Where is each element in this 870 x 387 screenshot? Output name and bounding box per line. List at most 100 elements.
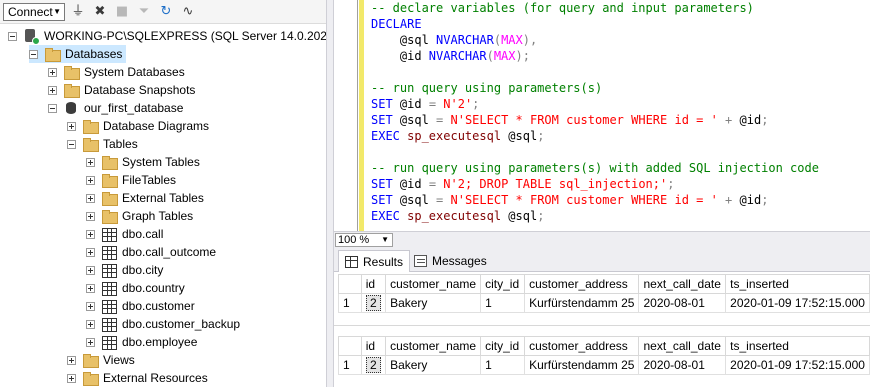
collapse-icon[interactable]: [48, 103, 57, 113]
column-header[interactable]: customer_name: [385, 336, 482, 356]
tree-node[interactable]: dbo.call: [86, 225, 163, 243]
expand-icon[interactable]: [86, 319, 95, 329]
column-header[interactable]: next_call_date: [638, 274, 727, 294]
tree-node[interactable]: Database Diagrams: [67, 117, 209, 135]
pane-splitter[interactable]: [326, 0, 334, 387]
column-header[interactable]: id: [360, 336, 387, 356]
column-header[interactable]: city_id: [480, 274, 526, 294]
code-token: @id: [392, 177, 429, 191]
tree-node[interactable]: dbo.country: [86, 279, 185, 297]
tree-node[interactable]: External Resources: [67, 369, 208, 387]
code-line[interactable]: EXEC sp_executesql @sql;: [371, 208, 544, 224]
activity-monitor-icon[interactable]: ∿: [180, 4, 196, 20]
expand-icon[interactable]: [86, 157, 95, 167]
code-token: ;: [761, 113, 769, 127]
refresh-icon[interactable]: ↻: [158, 4, 174, 20]
expand-icon[interactable]: [48, 67, 57, 77]
expand-icon[interactable]: [67, 121, 76, 131]
zoom-dropdown[interactable]: 100 % ▼: [335, 233, 393, 247]
code-line[interactable]: SET @id = N'2';: [371, 96, 479, 112]
tree-node[interactable]: System Tables: [86, 153, 200, 171]
tree-node[interactable]: dbo.customer: [86, 297, 195, 315]
grid-cell[interactable]: 2020-01-09 17:52:15.000: [725, 293, 870, 313]
connect-label: Connect: [8, 5, 53, 19]
code-line[interactable]: EXEC sp_executesql @sql;: [371, 128, 544, 144]
grid-cell[interactable]: 1: [480, 355, 526, 375]
grid-cell[interactable]: Bakery: [385, 293, 482, 313]
table-row[interactable]: 1 2 Bakery 1 Kurfürstendamm 25 2020-08-0…: [338, 293, 870, 313]
expand-icon[interactable]: [48, 85, 57, 95]
grid-cell[interactable]: 2020-08-01: [638, 355, 727, 375]
column-header[interactable]: customer_address: [524, 274, 640, 294]
expand-icon[interactable]: [86, 193, 95, 203]
filter-icon[interactable]: ⏷: [136, 4, 152, 20]
grid-cell[interactable]: Kurfürstendamm 25: [524, 355, 640, 375]
tree-node[interactable]: Graph Tables: [86, 207, 193, 225]
collapse-icon[interactable]: [67, 139, 76, 149]
column-header[interactable]: customer_address: [524, 336, 640, 356]
tab-messages-label: Messages: [432, 254, 487, 268]
tree-node-label: Databases: [65, 47, 123, 61]
expand-icon[interactable]: [86, 301, 95, 311]
collapse-icon[interactable]: [29, 49, 38, 59]
code-line[interactable]: SET @sql = N'SELECT * FROM customer WHER…: [371, 192, 768, 208]
tab-messages[interactable]: Messages: [408, 250, 493, 272]
results-grid[interactable]: id customer_name city_id customer_addres…: [338, 274, 870, 313]
tree-node[interactable]: FileTables: [86, 171, 176, 189]
table-row[interactable]: 1 2 Bakery 1 Kurfürstendamm 25 2020-08-0…: [338, 355, 870, 375]
column-header[interactable]: id: [360, 274, 387, 294]
column-header[interactable]: next_call_date: [638, 336, 727, 356]
expand-icon[interactable]: [67, 355, 76, 365]
column-header[interactable]: ts_inserted: [725, 274, 870, 294]
folder-icon: [101, 172, 118, 188]
connect-button[interactable]: Connect ▼: [3, 3, 65, 21]
expand-icon[interactable]: [86, 211, 95, 221]
code-line[interactable]: DECLARE: [371, 16, 422, 32]
grid-cell[interactable]: 1: [480, 293, 526, 313]
code-line[interactable]: -- run query using parameters(s) with ad…: [371, 160, 819, 176]
collapse-icon[interactable]: [8, 31, 17, 41]
tree-node[interactable]: WORKING-PC\SQLEXPRESS (SQL Server 14.0.2…: [8, 27, 326, 45]
row-number[interactable]: 1: [338, 355, 362, 375]
connect-plug-icon[interactable]: ⏚: [70, 4, 86, 20]
expand-icon[interactable]: [86, 265, 95, 275]
tree-node[interactable]: dbo.customer_backup: [86, 315, 240, 333]
tree-node[interactable]: dbo.city: [86, 261, 163, 279]
expand-icon[interactable]: [86, 229, 95, 239]
grid-cell[interactable]: 2: [360, 293, 387, 313]
tree-node[interactable]: dbo.call_outcome: [86, 243, 216, 261]
tree-node[interactable]: our_first_database: [48, 99, 183, 117]
grid-cell[interactable]: 2020-01-09 17:52:15.000: [725, 355, 870, 375]
code-line[interactable]: @id NVARCHAR(MAX);: [371, 48, 530, 64]
tree-node[interactable]: dbo.employee: [86, 333, 197, 351]
row-number[interactable]: 1: [338, 293, 362, 313]
tree-node[interactable]: External Tables: [86, 189, 204, 207]
grid-cell[interactable]: 2: [360, 355, 387, 375]
column-header[interactable]: ts_inserted: [725, 336, 870, 356]
tree-node[interactable]: Tables: [67, 135, 138, 153]
tree-node[interactable]: Databases: [29, 45, 127, 63]
tree-node[interactable]: Database Snapshots: [48, 81, 195, 99]
expand-icon[interactable]: [86, 175, 95, 185]
expand-icon[interactable]: [86, 247, 95, 257]
expand-icon[interactable]: [67, 373, 76, 383]
tree-node[interactable]: Views: [67, 351, 135, 369]
column-header[interactable]: city_id: [480, 336, 526, 356]
expand-icon[interactable]: [86, 337, 95, 347]
expand-icon[interactable]: [86, 283, 95, 293]
grid-cell[interactable]: 2020-08-01: [638, 293, 727, 313]
code-line[interactable]: @sql NVARCHAR(MAX),: [371, 32, 537, 48]
tree-node[interactable]: System Databases: [48, 63, 185, 81]
code-line[interactable]: SET @id = N'2; DROP TABLE sql_injection;…: [371, 176, 674, 192]
code-line[interactable]: -- declare variables (for query and inpu…: [371, 0, 754, 16]
grid-cell[interactable]: Bakery: [385, 355, 482, 375]
column-header[interactable]: customer_name: [385, 274, 482, 294]
query-editor[interactable]: -- declare variables (for query and inpu…: [334, 0, 870, 231]
code-line[interactable]: -- run query using parameters(s): [371, 80, 602, 96]
grid-cell[interactable]: Kurfürstendamm 25: [524, 293, 640, 313]
results-grid[interactable]: id customer_name city_id customer_addres…: [338, 336, 870, 375]
tab-results[interactable]: Results: [338, 250, 411, 272]
stop-icon[interactable]: ■: [114, 4, 130, 20]
code-line[interactable]: SET @sql = N'SELECT * FROM customer WHER…: [371, 112, 768, 128]
disconnect-plug-icon[interactable]: ✖: [92, 4, 108, 20]
